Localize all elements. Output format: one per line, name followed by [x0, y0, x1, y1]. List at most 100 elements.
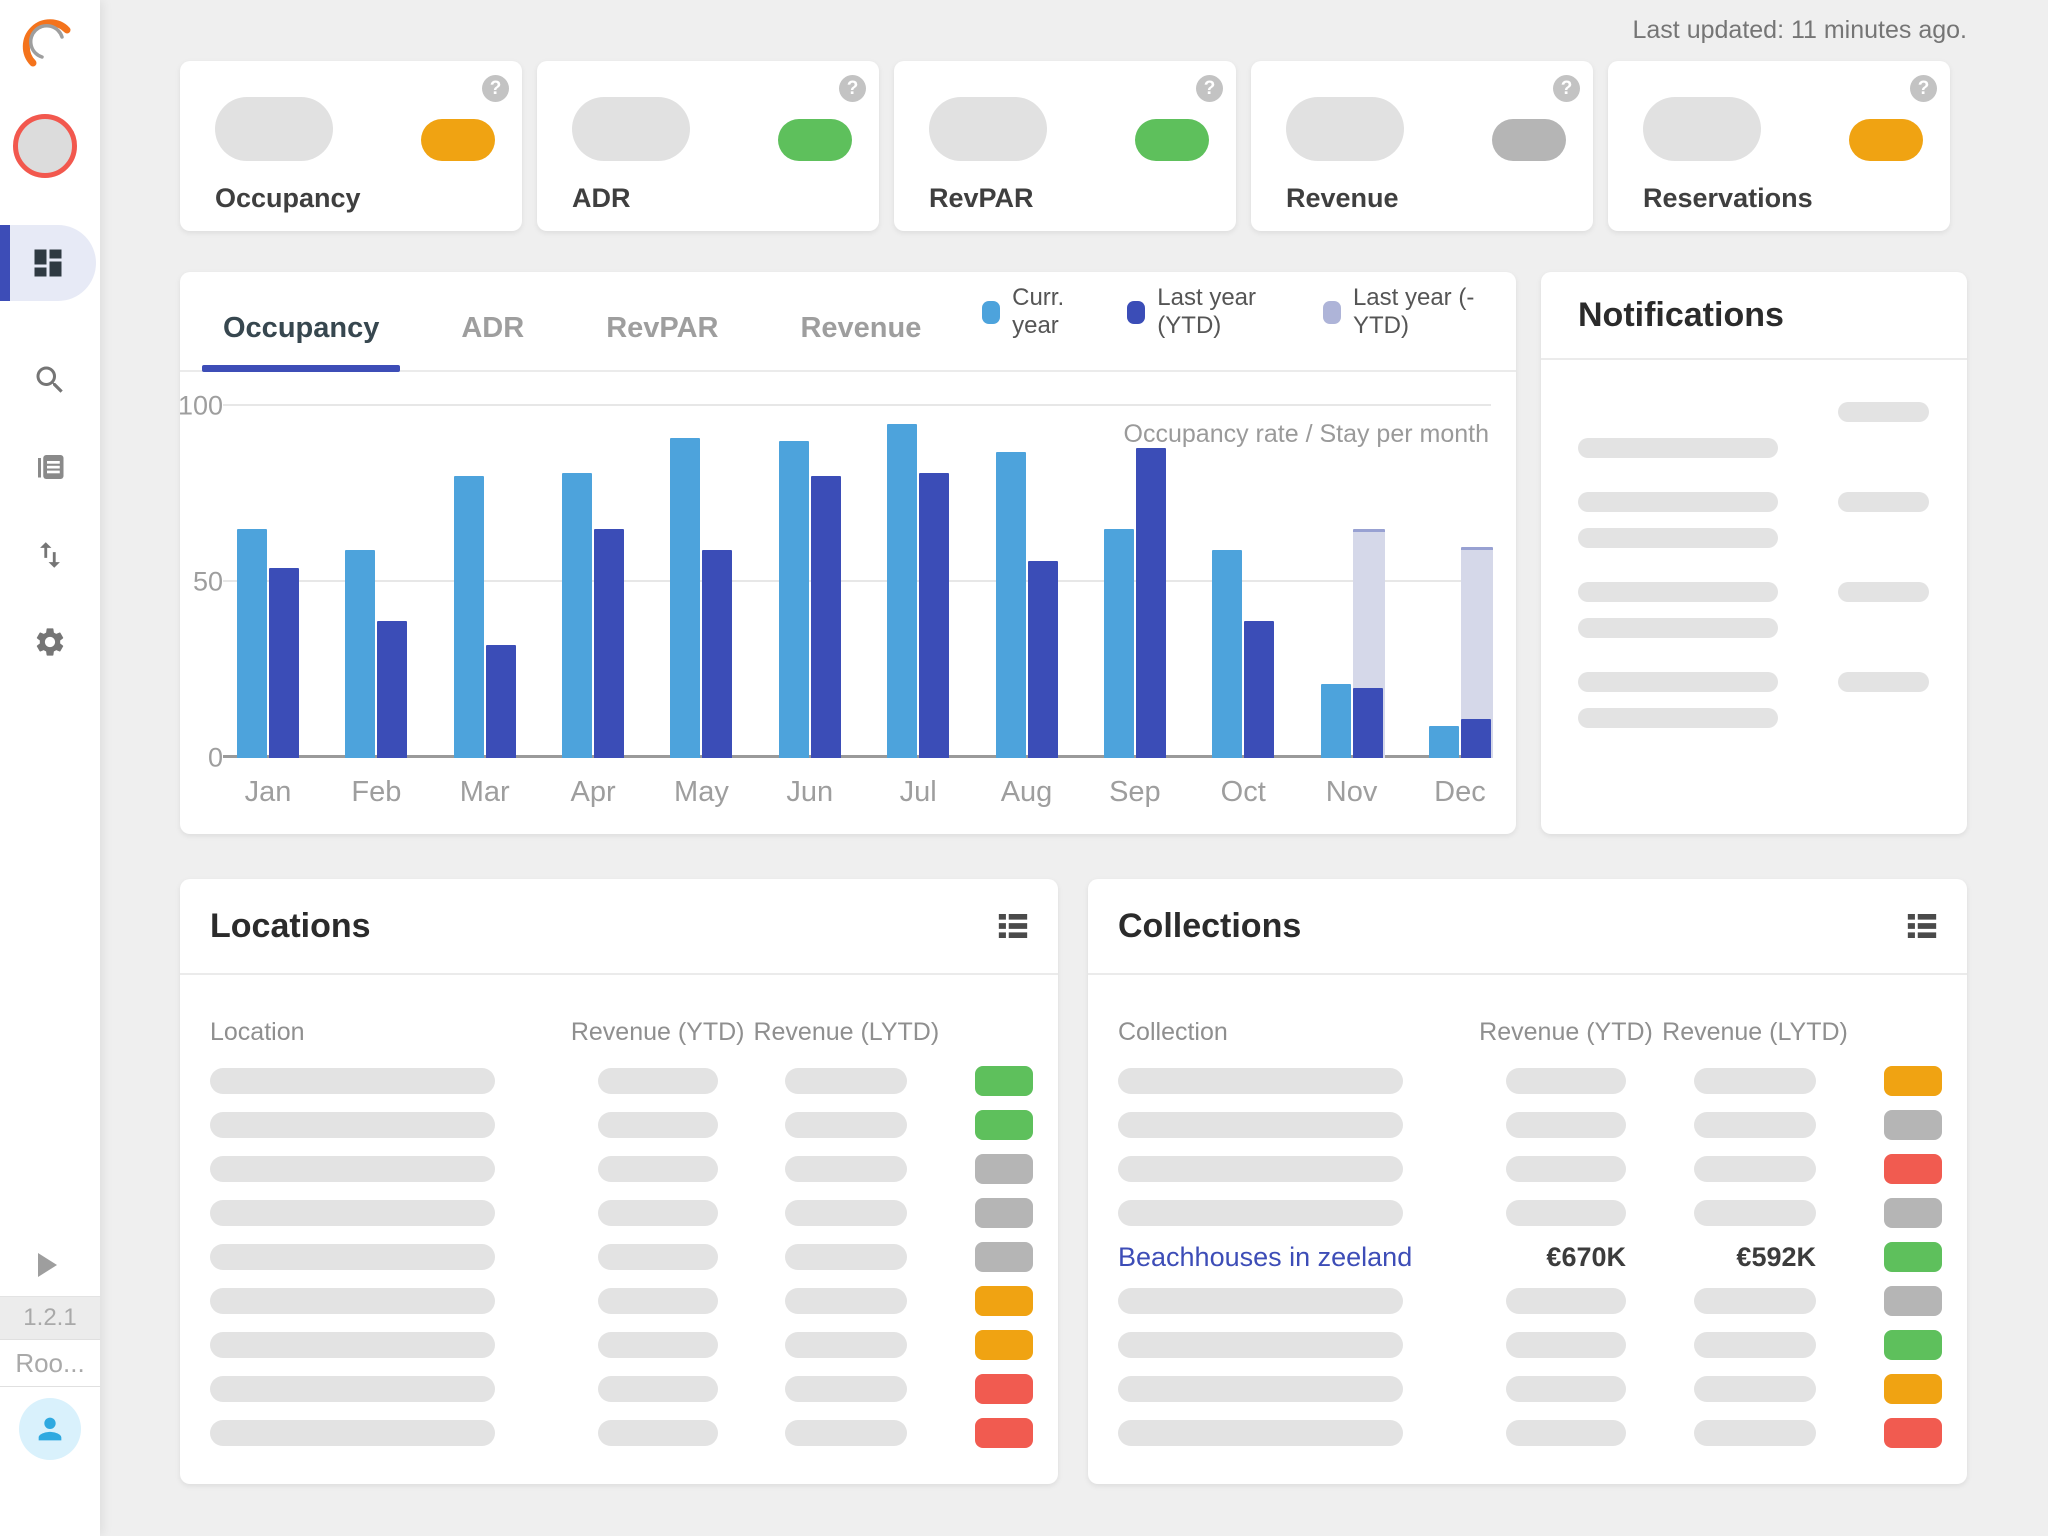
notification-skeleton-row — [1578, 618, 1929, 638]
kpi-row: ? Occupancy ?ADR?RevPAR?Revenue? Reservatio… — [180, 61, 1967, 231]
app-logo[interactable] — [16, 12, 74, 70]
table-row — [1088, 1279, 1967, 1323]
bar-last-year-ytd — [486, 645, 516, 758]
name-skeleton — [210, 1112, 495, 1138]
sidebar-item-documents[interactable] — [0, 445, 100, 489]
kpi-status-badge — [778, 119, 852, 161]
revenue-lytd-skeleton — [785, 1068, 907, 1094]
legend-item[interactable]: Last year (YTD) — [1127, 284, 1289, 340]
tab-revpar[interactable]: RevPAR — [585, 312, 739, 370]
name-skeleton — [1118, 1156, 1403, 1182]
help-icon[interactable]: ? — [1553, 75, 1580, 102]
name-skeleton — [210, 1068, 495, 1094]
sidebar-collapse-arrow-icon[interactable] — [38, 1253, 57, 1277]
status-badge-gray — [975, 1154, 1033, 1184]
notification-skeleton-row — [1578, 438, 1929, 458]
bar-series: JanFebMarAprMayJunJulAugSepOctNovDec — [237, 406, 1491, 758]
kpi-card-revenue[interactable]: ?Revenue — [1251, 61, 1593, 231]
bar-current-year — [887, 424, 917, 758]
tab-revenue[interactable]: Revenue — [779, 312, 942, 370]
notification-skeleton-row — [1578, 708, 1929, 728]
status-badge-orange — [1884, 1374, 1942, 1404]
sidebar-item-search[interactable] — [0, 358, 100, 402]
notification-text-skeleton — [1578, 528, 1778, 548]
table-view-icon[interactable] — [996, 911, 1030, 941]
x-axis-month-label: Jan — [245, 776, 292, 809]
bar-last-year-ytd — [811, 476, 841, 758]
notifications-list — [1541, 402, 1967, 728]
y-axis-tick-label: 0 — [208, 743, 223, 774]
search-icon — [32, 362, 68, 398]
status-badge-gray — [975, 1198, 1033, 1228]
tab-adr[interactable]: ADR — [440, 312, 545, 370]
documents-icon — [32, 449, 68, 485]
kpi-card-adr[interactable]: ?ADR — [537, 61, 879, 231]
kpi-status-badge — [1849, 119, 1923, 161]
legend-item[interactable]: Curr. year — [982, 284, 1093, 340]
kpi-card-revpar[interactable]: ?RevPAR — [894, 61, 1236, 231]
name-skeleton — [1118, 1112, 1403, 1138]
status-badge-red — [975, 1374, 1033, 1404]
chart-card: Occupancy ADR RevPAR Revenue Curr. year Last … — [180, 272, 1516, 834]
bar-current-year — [1212, 550, 1242, 758]
column-header-revenue-ytd: Revenue (YTD) — [1479, 1018, 1653, 1047]
help-icon[interactable]: ? — [1196, 75, 1223, 102]
kpi-label: Reservations — [1643, 183, 1813, 214]
bar-slot — [1244, 406, 1274, 758]
help-icon[interactable]: ? — [1910, 75, 1937, 102]
app-version: 1.2.1 — [0, 1296, 100, 1340]
help-icon[interactable]: ? — [839, 75, 866, 102]
name-skeleton — [210, 1156, 495, 1182]
help-icon[interactable]: ? — [482, 75, 509, 102]
revenue-lytd-skeleton — [1694, 1420, 1816, 1446]
bar-last-year-ytd — [269, 568, 299, 758]
bar-last-year-ytd — [377, 621, 407, 758]
tab-occupancy[interactable]: Occupancy — [202, 312, 400, 370]
kpi-value-skeleton — [929, 97, 1047, 161]
notification-time-skeleton — [1838, 402, 1929, 422]
name-skeleton — [1118, 1420, 1403, 1446]
sidebar-item-dashboard[interactable] — [0, 225, 96, 301]
status-badge-green — [1884, 1242, 1942, 1272]
user-profile-button[interactable] — [19, 1398, 81, 1460]
sidebar-item-settings[interactable] — [0, 620, 100, 664]
kpi-card-reservations[interactable]: ? Reservations — [1608, 61, 1950, 231]
notification-text-skeleton — [1578, 492, 1778, 512]
product-name-truncated: Roo... — [0, 1341, 100, 1387]
account-avatar-placeholder[interactable] — [13, 114, 77, 178]
table-view-icon[interactable] — [1905, 911, 1939, 941]
status-badge-gray — [1884, 1110, 1942, 1140]
bar-last-year-ytd — [1028, 561, 1058, 758]
status-badge-red — [1884, 1418, 1942, 1448]
bar-slot — [486, 406, 516, 758]
bar-slot — [1028, 406, 1058, 758]
revenue-ytd-skeleton — [1506, 1288, 1626, 1314]
bar-last-year-ytd — [1244, 621, 1274, 758]
legend-item[interactable]: Last year (-YTD) — [1323, 284, 1491, 340]
revenue-ytd-skeleton — [1506, 1112, 1626, 1138]
name-skeleton — [1118, 1068, 1403, 1094]
collections-title: Collections — [1118, 907, 1301, 946]
sidebar-item-import-export[interactable] — [0, 533, 100, 577]
bar-group-mar: Mar — [454, 406, 516, 758]
kpi-label: Occupancy — [215, 183, 361, 214]
status-badge-red — [1884, 1154, 1942, 1184]
revenue-ytd-skeleton — [598, 1420, 718, 1446]
table-row — [180, 1059, 1058, 1103]
kpi-card-occupancy[interactable]: ? Occupancy — [180, 61, 522, 231]
name-skeleton — [210, 1288, 495, 1314]
kpi-status-badge — [1135, 119, 1209, 161]
import-export-icon — [33, 538, 67, 572]
last-updated-text: Last updated: 11 minutes ago. — [1633, 16, 1968, 45]
collection-link[interactable]: Beachhouses in zeeland — [1118, 1242, 1438, 1273]
x-axis-month-label: May — [674, 776, 729, 809]
x-axis-month-label: Jun — [786, 776, 833, 809]
notifications-card: Notifications — [1541, 272, 1967, 834]
bar-last-year-ytd — [1353, 688, 1383, 758]
bar-group-oct: Oct — [1212, 406, 1274, 758]
revenue-lytd-skeleton — [785, 1244, 907, 1270]
table-row — [1088, 1103, 1967, 1147]
bar-slot — [919, 406, 949, 758]
table-row: Beachhouses in zeeland€670K€592K — [1088, 1235, 1967, 1279]
kpi-value-skeleton — [215, 97, 333, 161]
